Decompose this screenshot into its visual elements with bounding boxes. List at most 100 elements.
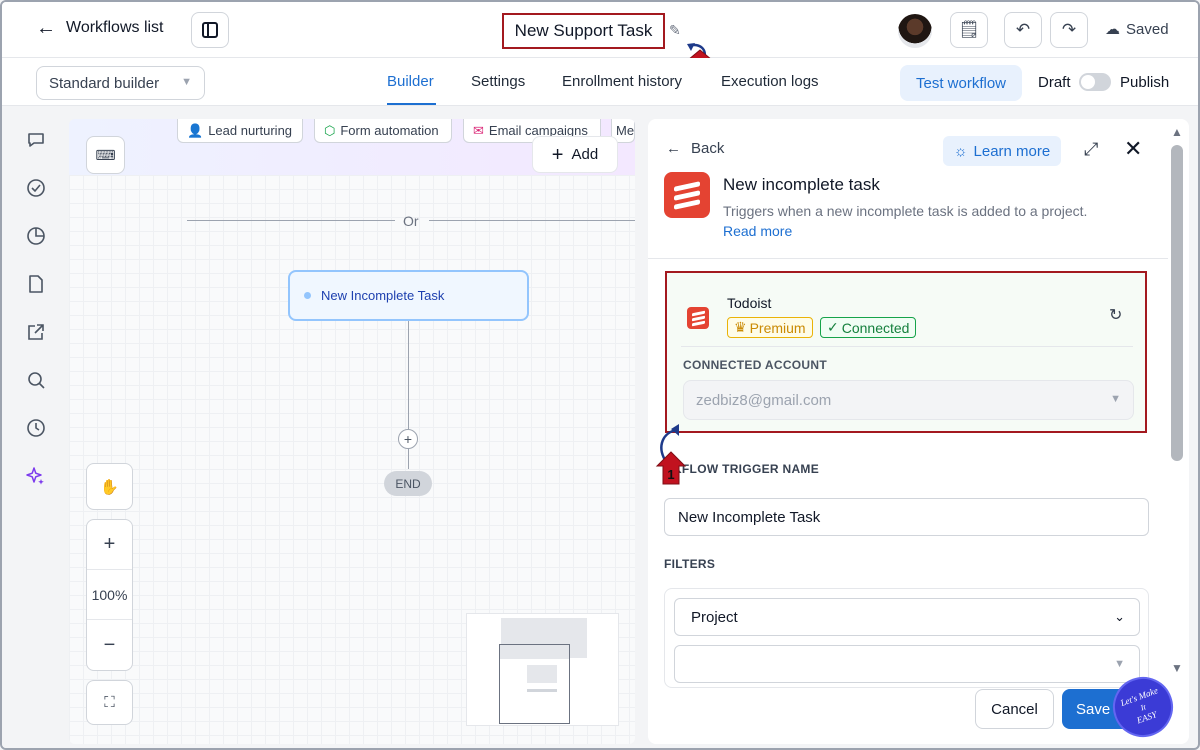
annotation-1-number: 1 <box>667 467 674 482</box>
active-tab-indicator <box>387 103 436 105</box>
zoom-level: 100% <box>87 570 132 620</box>
connected-account-value: zedbiz8@gmail.com <box>696 391 832 409</box>
user-avatar[interactable] <box>898 14 932 48</box>
filters-label: FILTERS <box>664 557 716 571</box>
panel-scrollbar[interactable]: ▲ ▼ <box>1168 119 1188 679</box>
redo-icon: ↷ <box>1061 20 1077 39</box>
pan-tool-button[interactable]: ✋ <box>86 463 133 510</box>
minimap[interactable] <box>466 613 619 726</box>
file-icon[interactable] <box>24 272 48 296</box>
template-chip-form-automation[interactable]: ⬡ Form automation <box>314 119 452 143</box>
chat-icon[interactable] <box>24 128 48 152</box>
document-clock-icon: 🗒 <box>958 20 980 39</box>
check-circle-icon[interactable] <box>24 176 48 200</box>
divider-left <box>187 220 395 221</box>
sidebar-toggle-button[interactable] <box>191 12 229 48</box>
saved-label: Saved <box>1126 20 1169 38</box>
panel-back-button[interactable]: ← Back <box>666 140 724 157</box>
expand-arrows-icon: ⛶ <box>104 694 115 711</box>
scrollbar-thumb[interactable] <box>1171 145 1183 461</box>
premium-badge: ♛ Premium <box>727 317 813 338</box>
add-button[interactable]: + Add <box>532 136 618 173</box>
filters-group: Project ⌄ ▼ <box>664 588 1149 688</box>
template-chip-lead-nurturing[interactable]: 👤 Lead nurturing <box>177 119 303 143</box>
tab-enrollment-history[interactable]: Enrollment history <box>562 73 682 90</box>
zoom-in-button[interactable]: + <box>87 520 132 570</box>
tab-settings[interactable]: Settings <box>471 73 525 90</box>
lightbulb-icon: ☼ <box>953 142 968 160</box>
keyboard-shortcuts-button[interactable]: ⌨ <box>86 136 125 174</box>
refresh-icon[interactable]: ↻ <box>1109 305 1122 325</box>
svg-text:EASY: EASY <box>1134 709 1159 726</box>
history-log-button[interactable]: 🗒 <box>950 12 988 48</box>
crown-icon: ♛ <box>734 319 747 335</box>
check-icon: ✓ <box>827 319 839 335</box>
save-status: ☁ Saved <box>1105 20 1169 39</box>
learn-more-label: Learn more <box>973 142 1051 160</box>
connection-card: Todoist ♛ Premium ✓ Connected ↻ CONNECTE… <box>665 271 1147 433</box>
zoom-out-button[interactable]: − <box>87 620 132 670</box>
learn-more-button[interactable]: ☼ Learn more <box>943 136 1061 166</box>
trigger-name-input[interactable]: New Incomplete Task <box>664 498 1149 536</box>
history-icon[interactable] <box>24 416 48 440</box>
sparkle-icon[interactable] <box>24 464 48 488</box>
test-workflow-button[interactable]: Test workflow <box>900 65 1022 101</box>
scroll-up-icon[interactable]: ▲ <box>1171 125 1183 139</box>
add-step-button[interactable]: + <box>398 429 418 449</box>
pie-chart-icon[interactable] <box>24 224 48 248</box>
draft-label: Draft <box>1038 74 1071 91</box>
scroll-down-icon[interactable]: ▼ <box>1171 661 1183 675</box>
connected-label: Connected <box>841 319 910 336</box>
minimap-viewport[interactable] <box>499 644 570 724</box>
external-link-icon[interactable] <box>24 320 48 344</box>
undo-button[interactable]: ↶ <box>1004 12 1042 48</box>
tab-builder[interactable]: Builder <box>387 73 434 90</box>
cancel-button[interactable]: Cancel <box>975 689 1054 729</box>
trigger-node-label: New Incomplete Task <box>321 288 445 303</box>
builder-mode-value: Standard builder <box>49 74 160 92</box>
trigger-title: New incomplete task <box>723 175 880 194</box>
chip-label: Form automation <box>340 123 439 138</box>
connected-app-name: Todoist <box>727 295 772 311</box>
hand-icon: ✋ <box>100 478 119 496</box>
search-icon[interactable] <box>24 368 48 392</box>
cube-icon: ⬡ <box>324 122 336 138</box>
workflow-title[interactable]: New Support Task <box>502 13 665 49</box>
filter-field-value: Project <box>691 608 738 626</box>
publish-toggle[interactable] <box>1079 73 1111 91</box>
redo-button[interactable]: ↷ <box>1050 12 1088 48</box>
zoom-controls: + 100% − <box>86 519 133 671</box>
card-divider <box>681 346 1133 347</box>
close-icon[interactable]: ✕ <box>1124 136 1142 162</box>
annotation-arrow-1: 1 <box>655 424 687 485</box>
tab-execution-logs[interactable]: Execution logs <box>721 73 819 90</box>
pencil-icon[interactable]: ✎ <box>669 22 681 39</box>
expand-panel-icon[interactable]: ⤢ <box>1084 139 1098 160</box>
todoist-logo <box>664 172 710 218</box>
top-bar: ← Workflows list New Support Task ✎ 2 🗒 … <box>2 2 1198 72</box>
cloud-check-icon: ☁ <box>1105 21 1120 38</box>
arrow-left-icon: ← <box>666 140 681 157</box>
workflow-canvas[interactable]: ⌨ 👤 Lead nurturing ⬡ Form automation ✉ E… <box>69 119 635 744</box>
trigger-node[interactable]: New Incomplete Task <box>288 270 529 321</box>
back-to-workflows-link[interactable]: ← Workflows list <box>36 18 164 38</box>
filter-field-select[interactable]: Project ⌄ <box>674 598 1140 636</box>
mail-icon: ✉ <box>473 122 484 138</box>
toggle-knob <box>1081 75 1095 89</box>
builder-mode-select[interactable]: Standard builder ▼ <box>36 66 205 100</box>
chevron-down-icon: ▼ <box>1114 658 1125 670</box>
sidebar-panel-icon <box>202 22 218 38</box>
connected-badge: ✓ Connected <box>820 317 917 338</box>
chevron-down-icon: ⌄ <box>1114 609 1125 624</box>
read-more-link[interactable]: Read more <box>723 223 792 239</box>
chip-label: Lead nurturing <box>208 123 293 138</box>
minimap-block <box>500 645 569 659</box>
connected-account-select[interactable]: zedbiz8@gmail.com ▼ <box>683 380 1134 420</box>
premium-label: Premium <box>749 319 806 336</box>
end-node: END <box>384 471 432 496</box>
publish-label: Publish <box>1120 74 1170 91</box>
panel-header: ← Back ☼ Learn more ⤢ ✕ New incomplete t… <box>648 119 1168 259</box>
filter-value-select[interactable]: ▼ <box>674 645 1140 683</box>
panel-back-label: Back <box>691 140 725 157</box>
fit-view-button[interactable]: ⛶ <box>86 680 133 725</box>
